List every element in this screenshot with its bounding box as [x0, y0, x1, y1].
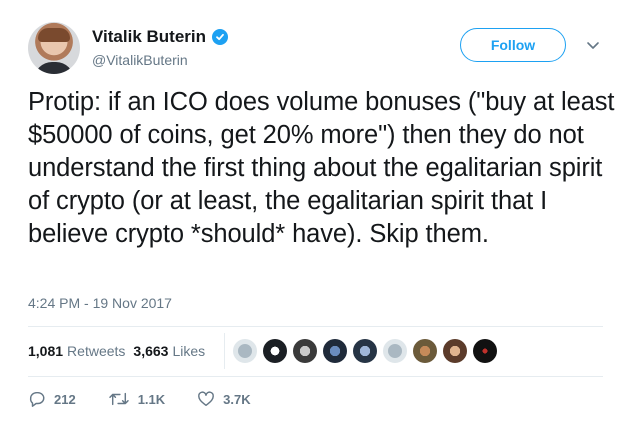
liker-avatars — [233, 339, 497, 363]
stats-separator — [224, 333, 225, 369]
retweet-button[interactable]: 1.1K — [108, 390, 165, 408]
avatar-shirt — [34, 62, 74, 74]
follow-button[interactable]: Follow — [460, 28, 566, 62]
liker-avatar[interactable] — [323, 339, 347, 363]
liker-avatar[interactable] — [383, 339, 407, 363]
retweet-count: 1.1K — [137, 391, 166, 407]
user-handle[interactable]: @VitalikButerin — [92, 52, 188, 68]
retweets-count: 1,081 — [28, 343, 64, 359]
tweet-text: Protip: if an ICO does volume bonuses ("… — [28, 88, 615, 248]
likes-stat[interactable]: 3,663 Likes — [133, 343, 205, 359]
liker-avatar[interactable] — [413, 339, 437, 363]
liker-avatar[interactable] — [293, 339, 317, 363]
divider-top — [28, 326, 603, 327]
likes-label: Likes — [172, 343, 206, 359]
like-button[interactable]: 3.7K — [197, 390, 251, 408]
user-name[interactable]: Vitalik Buterin — [92, 27, 206, 47]
likes-count: 3,663 — [133, 343, 169, 359]
liker-avatar[interactable] — [263, 339, 287, 363]
reply-button[interactable]: 212 — [28, 390, 76, 408]
retweets-label: Retweets — [67, 343, 126, 359]
tweet-timestamp[interactable]: 4:24 PM - 19 Nov 2017 — [28, 295, 172, 311]
heart-icon — [198, 391, 215, 407]
verified-badge-icon — [212, 29, 228, 45]
retweet-icon — [108, 392, 129, 406]
more-options-chevron-down-icon[interactable] — [585, 37, 601, 53]
user-name-row: Vitalik Buterin — [92, 27, 228, 47]
profile-avatar[interactable] — [28, 22, 80, 74]
reply-count: 212 — [54, 391, 76, 407]
tweet-stats: 1,081 Retweets 3,663 Likes — [28, 343, 205, 359]
liker-avatar[interactable] — [443, 339, 467, 363]
divider-bottom — [28, 376, 603, 377]
like-count: 3.7K — [223, 391, 251, 407]
tweet-actions: 212 1.1K 3.7K — [28, 390, 283, 408]
avatar-hair — [38, 28, 70, 42]
liker-avatar[interactable] — [353, 339, 377, 363]
reply-icon — [29, 391, 45, 407]
retweets-stat[interactable]: 1,081 Retweets — [28, 343, 125, 359]
liker-avatar[interactable] — [233, 339, 257, 363]
liker-avatar[interactable] — [473, 339, 497, 363]
